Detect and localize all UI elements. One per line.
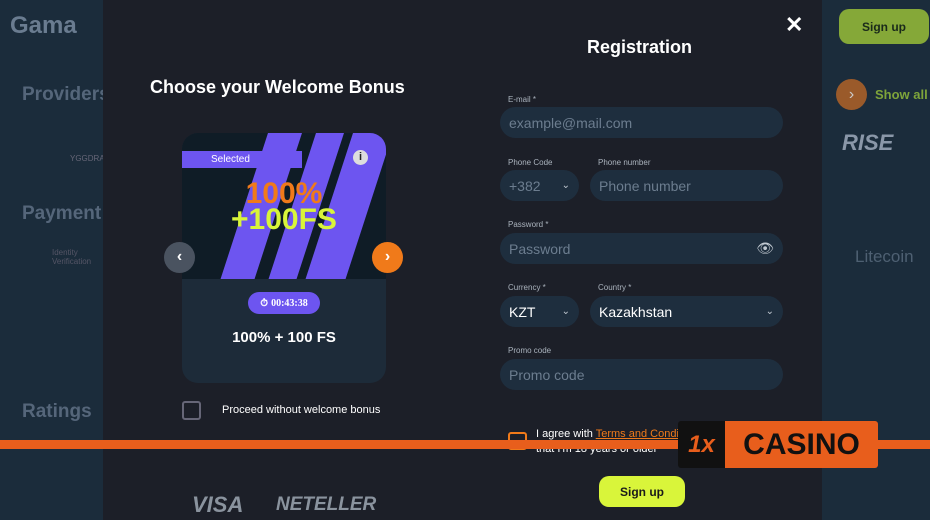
- watermark-logo: 1x CASINO: [678, 421, 878, 468]
- neteller-logo: NETELLER: [276, 494, 377, 515]
- close-icon[interactable]: ✕: [785, 12, 803, 38]
- phone-code-value: +382: [509, 177, 541, 194]
- watermark-brand: CASINO: [725, 421, 878, 468]
- password-label: Password *: [508, 220, 549, 229]
- country-select[interactable]: Kazakhstan ⌄: [590, 296, 783, 327]
- phone-code-select[interactable]: +382 ⌄: [500, 170, 579, 201]
- timer-value: 00:43:38: [271, 297, 308, 309]
- bonus-name: 100% + 100 FS: [232, 329, 336, 346]
- selected-tag: Selected: [182, 151, 302, 168]
- password-placeholder: Password: [509, 240, 571, 257]
- bonus-card[interactable]: Selected i 100% +100FS ⏱ 00:43:38 100% + …: [182, 133, 386, 383]
- hotrise-logo: RISE: [842, 130, 894, 155]
- identity-logo: Identity Verification: [52, 248, 92, 266]
- currency-select[interactable]: KZT ⌄: [500, 296, 579, 327]
- proceed-without-checkbox[interactable]: [182, 401, 201, 420]
- signup-button-bg[interactable]: Sign up: [839, 9, 929, 44]
- litecoin-logo: Litecoin: [855, 247, 914, 266]
- chevron-down-icon: ⌄: [765, 306, 774, 317]
- phone-label: Phone number: [598, 158, 651, 167]
- watermark-1x-icon: 1x: [678, 421, 725, 468]
- bonus-headline-2: +100FS: [231, 203, 337, 236]
- currency-value: KZT: [509, 303, 536, 320]
- show-all-arrow-icon[interactable]: ›: [836, 79, 867, 110]
- prev-bonus-button[interactable]: ‹: [164, 242, 195, 273]
- ratings-heading: Ratings: [22, 401, 92, 422]
- chevron-down-icon: ⌄: [561, 306, 570, 317]
- proceed-without-label: Proceed without welcome bonus: [222, 404, 381, 416]
- payment-heading: Payment: [22, 203, 102, 224]
- next-bonus-button[interactable]: ›: [372, 242, 403, 273]
- phone-placeholder: Phone number: [599, 177, 691, 194]
- promo-input[interactable]: Promo code: [500, 359, 783, 390]
- site-logo: Gama: [10, 12, 77, 39]
- email-label: E-mail *: [508, 95, 537, 104]
- yggdrasil-logo: YGGDRA: [70, 154, 105, 163]
- eye-icon[interactable]: 👁: [756, 240, 774, 257]
- providers-heading: Providers: [22, 84, 110, 105]
- currency-label: Currency *: [508, 283, 546, 292]
- email-placeholder: example@mail.com: [509, 114, 633, 131]
- timer-badge: ⏱ 00:43:38: [248, 292, 320, 314]
- info-icon[interactable]: i: [353, 150, 368, 165]
- phone-input[interactable]: Phone number: [590, 170, 783, 201]
- email-input[interactable]: example@mail.com: [500, 107, 783, 138]
- signup-button[interactable]: Sign up: [599, 476, 685, 507]
- registration-title: Registration: [587, 37, 693, 57]
- country-value: Kazakhstan: [599, 303, 673, 320]
- show-all-link[interactable]: Show all: [875, 87, 928, 102]
- country-label: Country *: [598, 283, 632, 292]
- agree-prefix: I agree with: [536, 428, 596, 440]
- visa-logo: VISA: [192, 492, 244, 517]
- chevron-down-icon: ⌄: [561, 180, 570, 191]
- promo-placeholder: Promo code: [509, 366, 585, 383]
- stopwatch-icon: ⏱: [260, 297, 269, 309]
- phone-code-label: Phone Code: [508, 158, 553, 167]
- bonus-title: Choose your Welcome Bonus: [150, 77, 405, 97]
- bonus-banner: Selected i 100% +100FS: [182, 133, 386, 279]
- promo-label: Promo code: [508, 346, 552, 355]
- password-input[interactable]: Password 👁: [500, 233, 783, 264]
